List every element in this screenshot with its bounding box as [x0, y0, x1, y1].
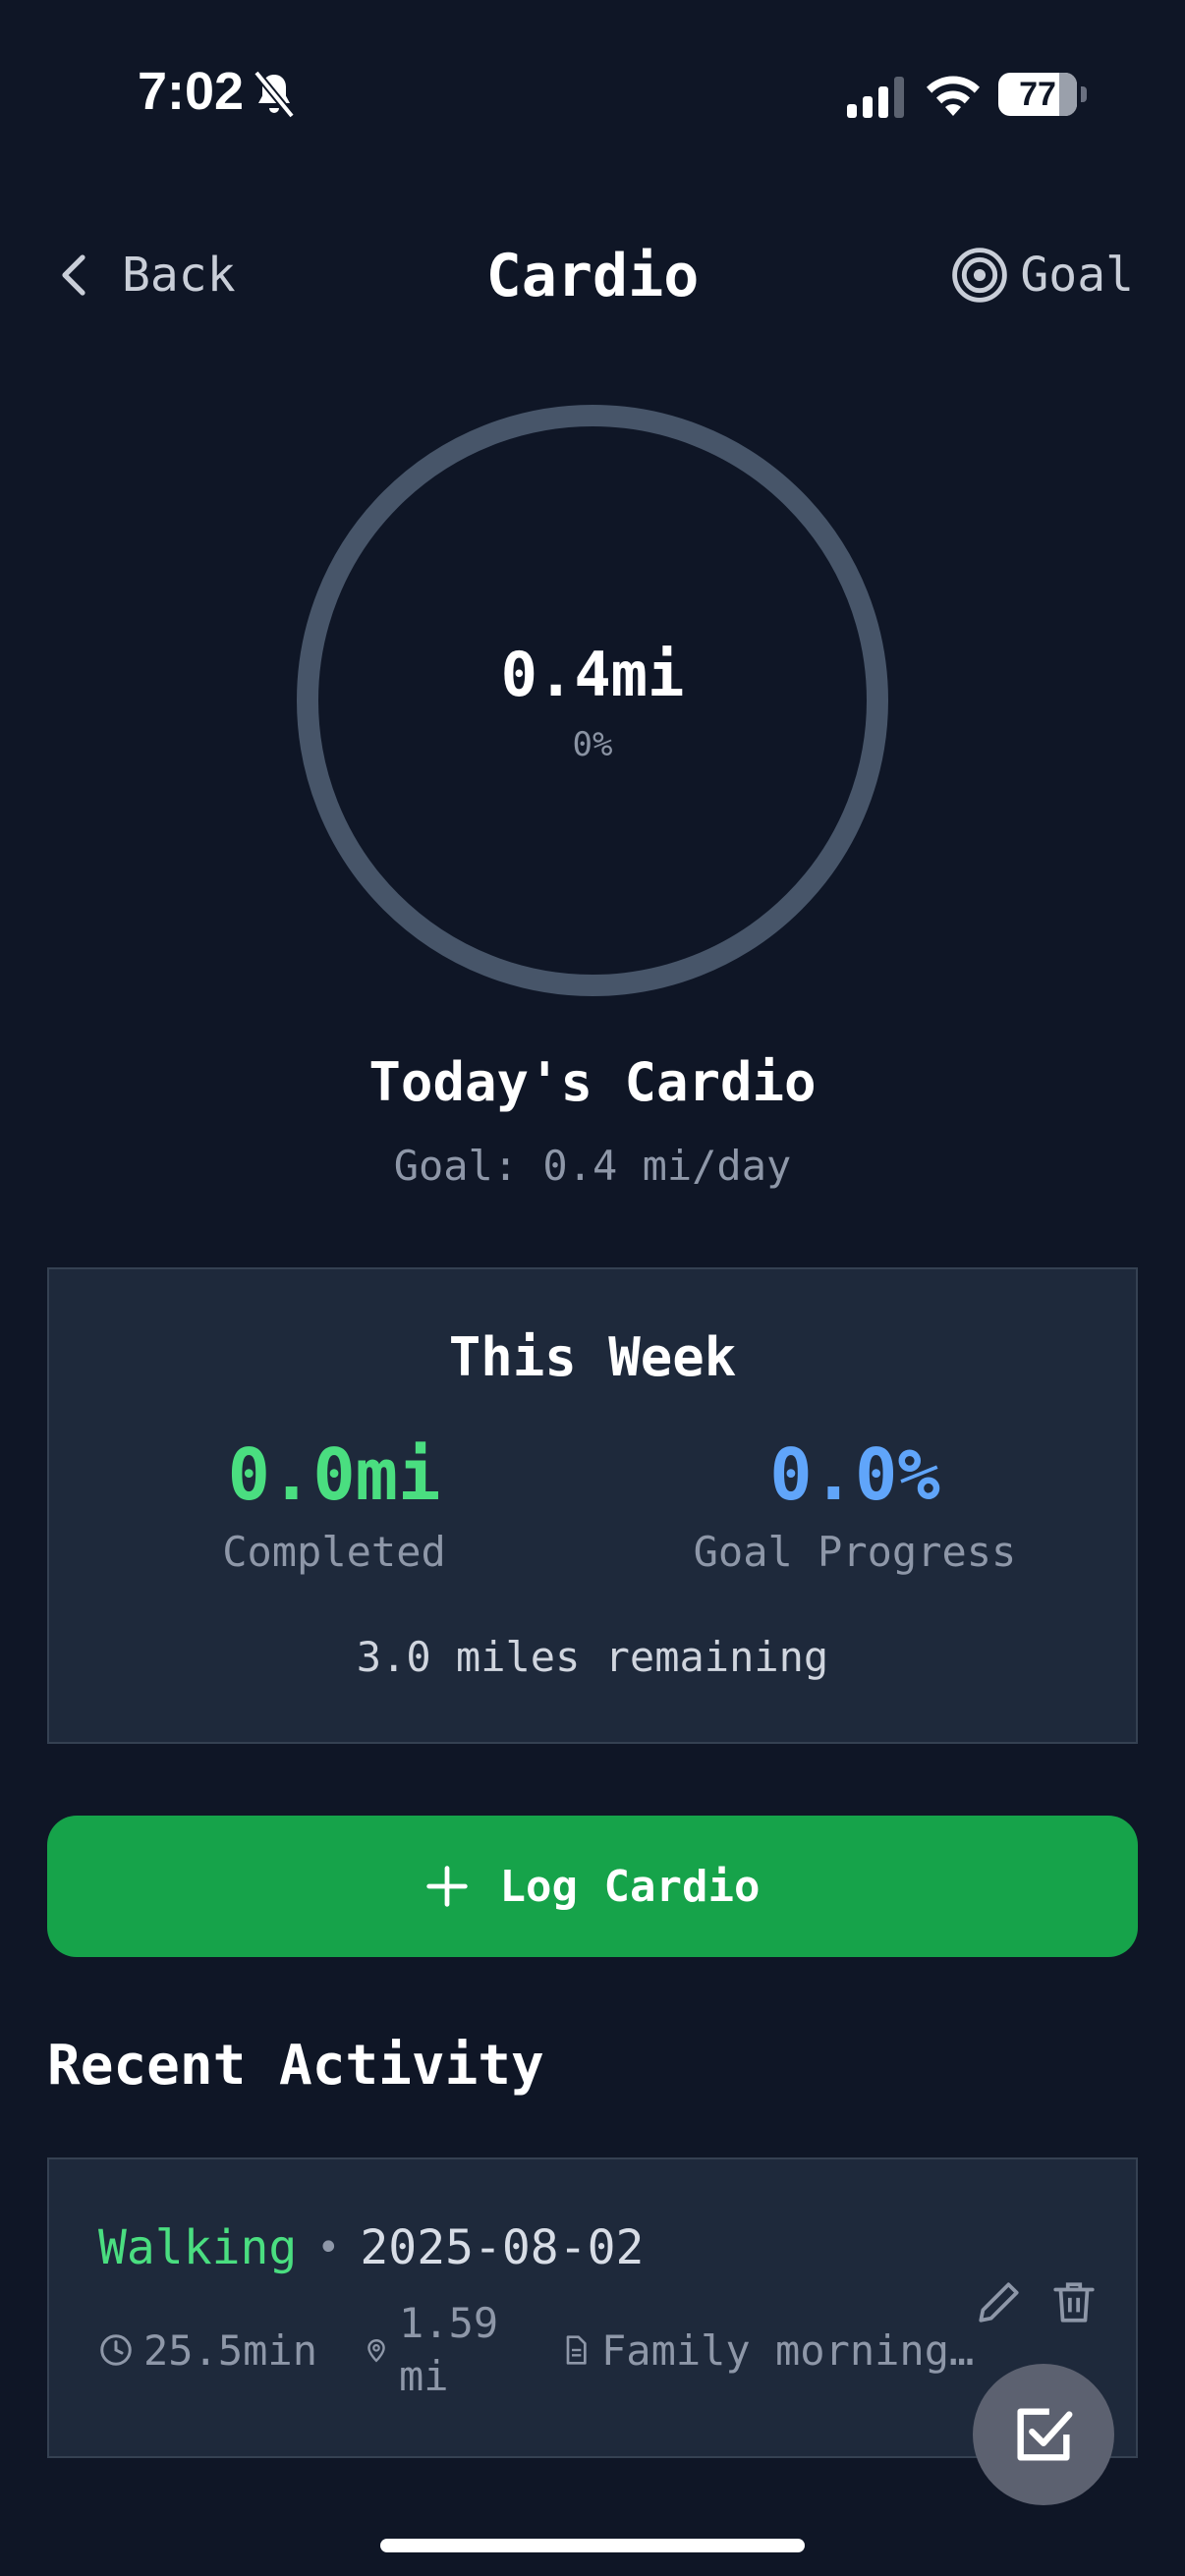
progress-ring: 0.4mi 0% [297, 405, 888, 996]
ring-percent: 0% [572, 725, 613, 764]
activity-separator: • [316, 2225, 341, 2270]
activity-note: Family morning… [560, 2326, 974, 2375]
header: Back Cardio Goal [0, 216, 1185, 334]
goal-progress-value: 0.0% [769, 1433, 940, 1516]
clock-icon [100, 2334, 132, 2366]
miles-remaining: 3.0 miles remaining [356, 1633, 829, 1681]
activity-date: 2025-08-02 [360, 2220, 645, 2275]
trash-icon[interactable] [1049, 2277, 1099, 2326]
completed-value: 0.0mi [227, 1433, 441, 1516]
completed-label: Completed [222, 1528, 446, 1577]
map-pin-icon [367, 2339, 385, 2363]
pencil-icon[interactable] [975, 2277, 1024, 2326]
goal-progress-label: Goal Progress [693, 1528, 1017, 1577]
signal-icon [847, 77, 904, 118]
duration-value: 25.5min [143, 2325, 318, 2375]
distance-value: 1.59 mi [399, 2299, 499, 2400]
activity-distance: 1.59 mi [364, 2297, 560, 2403]
activity-meta: 25.5min 1.59 mi Family morning… [98, 2297, 974, 2403]
battery-indicator: 77 [998, 73, 1087, 116]
wifi-icon [927, 76, 980, 116]
recent-activity-title: Recent Activity [47, 2034, 544, 2098]
status-bar: 7:02 77 [0, 0, 1185, 196]
completed-stat: 0.0mi Completed [88, 1433, 580, 1577]
goal-progress-stat: 0.0% Goal Progress [609, 1433, 1100, 1577]
home-indicator[interactable] [380, 2539, 805, 2552]
today-title: Today's Cardio [368, 1051, 817, 1113]
floating-action-button[interactable] [973, 2364, 1114, 2505]
ring-value: 0.4mi [500, 639, 685, 710]
activity-type: Walking [98, 2220, 298, 2275]
plus-icon [425, 1866, 468, 1907]
log-cardio-label: Log Cardio [499, 1861, 761, 1912]
activity-header: Walking • 2025-08-02 [98, 2220, 644, 2275]
file-text-icon [566, 2335, 587, 2365]
target-icon [952, 248, 1008, 303]
checkbox-icon [1017, 2408, 1073, 2461]
week-title: This Week [448, 1326, 737, 1388]
note-text: Family morning… [601, 2325, 975, 2375]
activity-actions [975, 2277, 1099, 2326]
goal-label: Goal [1020, 248, 1134, 303]
goal-button[interactable]: Goal [951, 236, 1134, 314]
status-time: 7:02 [138, 62, 245, 121]
log-cardio-button[interactable]: Log Cardio [47, 1816, 1138, 1957]
activity-duration: 25.5min [98, 2326, 364, 2375]
activity-item[interactable]: Walking • 2025-08-02 25.5min 1.59 mi Fam… [47, 2157, 1138, 2458]
battery-level: 77 [1019, 76, 1056, 113]
bell-slash-icon [253, 70, 296, 119]
week-summary-card: This Week 0.0mi Completed 0.0% Goal Prog… [47, 1267, 1138, 1744]
today-goal: Goal: 0.4 mi/day [393, 1142, 792, 1190]
